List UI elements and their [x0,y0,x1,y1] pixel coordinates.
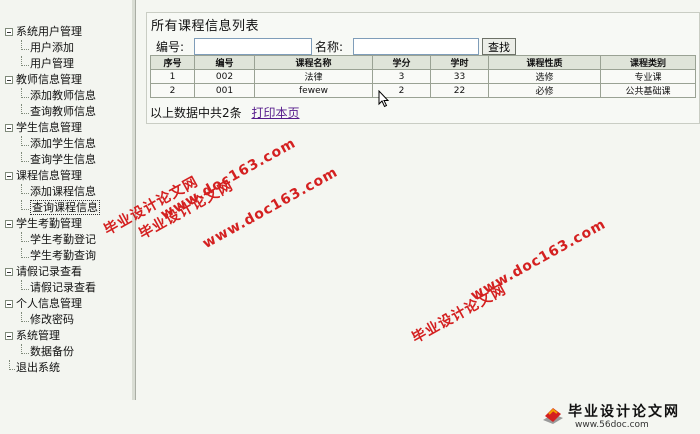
sidebar: 系统用户管理 用户添加用户管理教师信息管理添加教师信息 查询教师信息学生信息管理添加… [0,0,136,400]
table-cell: 22 [430,83,489,98]
table-row[interactable]: 1 002 法律 3 33 选修 专业课 [150,69,696,84]
tree-item[interactable]: 添加教师信息 [3,88,131,104]
collapse-toggle-icon[interactable] [5,172,13,180]
tree-item-label: 数据备份 [30,345,74,358]
table-row[interactable]: 2 001 fewew 2 22 必修 公共基础课 [150,83,696,98]
column-header: 序号 [150,55,195,70]
tree-item-label: 修改密码 [30,313,74,326]
tree-item-label: 个人信息管理 [16,297,82,310]
tree-item[interactable]: 查询课程信息 [3,200,131,216]
table-cell: 选修 [488,69,601,84]
table-cell: 1 [150,69,195,84]
tree-group[interactable]: 个人信息管理 [3,296,131,312]
tree-item[interactable]: 数据备份 [3,344,131,360]
number-label: 编号: [156,40,185,54]
mouse-cursor-icon [378,90,390,108]
nav-tree: 系统用户管理 用户添加用户管理教师信息管理添加教师信息 查询教师信息学生信息管理添加… [3,24,131,376]
table-cell: 33 [430,69,489,84]
table-cell: 001 [194,83,255,98]
table-cell: 2 [150,83,195,98]
tree-group[interactable]: 系统用户管理 [3,24,131,40]
site-logo: 毕业设计论文网 www.56doc.com [538,400,700,434]
tree-item[interactable]: 查询学生信息 [3,152,131,168]
tree-item-label: 查询课程信息 [30,200,100,215]
tree-item-label: 学生考勤管理 [16,217,82,230]
tree-item-label: 查询教师信息 [30,105,96,118]
tree-group[interactable]: 学生信息管理 [3,120,131,136]
tree-item-label: 用户添加 [30,41,74,54]
tree-item-label: 退出系统 [16,361,60,374]
tree-group[interactable]: 请假记录查看 [3,264,131,280]
tree-item-label: 添加学生信息 [30,137,96,150]
tree-group[interactable]: 课程信息管理 [3,168,131,184]
table-cell: 必修 [488,83,601,98]
tree-item[interactable]: 请假记录查看 [3,280,131,296]
tree-item-label: 学生考勤登记 [30,233,96,246]
page-title: 所有课程信息列表 [151,19,260,34]
tree-item[interactable]: 学生考勤查询 [3,248,131,264]
collapse-toggle-icon[interactable] [5,300,13,308]
tree-item-label: 添加教师信息 [30,89,96,102]
tree-item-label: 教师信息管理 [16,73,82,86]
tree-item[interactable]: 用户管理 [3,56,131,72]
collapse-toggle-icon[interactable] [5,76,13,84]
collapse-toggle-icon[interactable] [5,268,13,276]
print-link[interactable]: 打印本页 [251,106,299,120]
tree-item-label: 系统用户管理 [16,25,82,38]
tree-item-label: 用户管理 [30,57,74,70]
name-label: 名称: [315,40,344,54]
collapse-toggle-icon[interactable] [5,124,13,132]
table-cell: 法律 [254,69,373,84]
tree-item-label: 课程信息管理 [16,169,82,182]
logo-brand: 毕业设计论文网 [568,404,680,420]
search-bar: 编号: 名称: 查找 [156,38,516,56]
record-count: 以上数据中共2条 [150,106,242,120]
tree-item-label: 查询学生信息 [30,153,96,166]
column-header: 学时 [430,55,489,70]
table-body: 1 002 法律 3 33 选修 专业课 2 001 fewew 2 22 必修 公共基础课 [150,69,696,98]
tree-item-label: 请假记录查看 [16,265,82,278]
tree-item[interactable]: 查询教师信息 [3,104,131,120]
column-header: 学分 [372,55,431,70]
tree-item-label: 学生考勤查询 [30,249,96,262]
tree-item[interactable]: 修改密码 [3,312,131,328]
tree-item[interactable]: 用户添加 [3,40,131,56]
collapse-toggle-icon[interactable] [5,332,13,340]
column-header: 课程名称 [254,55,373,70]
number-input[interactable] [194,38,312,55]
table-cell: 3 [372,69,431,84]
tree-item-label: 请假记录查看 [30,281,96,294]
watermark-url-3: www.doc163.com [468,216,609,304]
name-input[interactable] [353,38,479,55]
column-header: 课程性质 [488,55,601,70]
table-header-row: 序号 编号 课程名称 学分 学时 课程性质 课程类别 [150,55,696,70]
tree-item[interactable]: 添加课程信息 [3,184,131,200]
table-cell: 002 [194,69,255,84]
table-cell: 专业课 [600,69,696,84]
table-cell: 公共基础课 [600,83,696,98]
collapse-toggle-icon[interactable] [5,220,13,228]
tree-item-label: 添加课程信息 [30,185,96,198]
course-table: 序号 编号 课程名称 学分 学时 课程性质 课程类别 1 002 法律 3 33 选修 专业课 2 001 f… [150,55,696,98]
tree-item-label: 系统管理 [16,329,60,342]
table-cell: fewew [254,83,373,98]
logo-url: www.56doc.com [575,420,649,430]
book-emblem-icon [543,408,563,424]
tree-group[interactable]: 系统管理 [3,328,131,344]
logout-item[interactable]: 退出系统 [3,360,131,376]
summary-line: 以上数据中共2条 打印本页 [150,104,299,121]
column-header: 编号 [194,55,255,70]
tree-group[interactable]: 教师信息管理 [3,72,131,88]
tree-item-label: 学生信息管理 [16,121,82,134]
collapse-toggle-icon[interactable] [5,28,13,36]
column-header: 课程类别 [600,55,696,70]
search-button[interactable]: 查找 [482,38,516,55]
tree-item[interactable]: 添加学生信息 [3,136,131,152]
